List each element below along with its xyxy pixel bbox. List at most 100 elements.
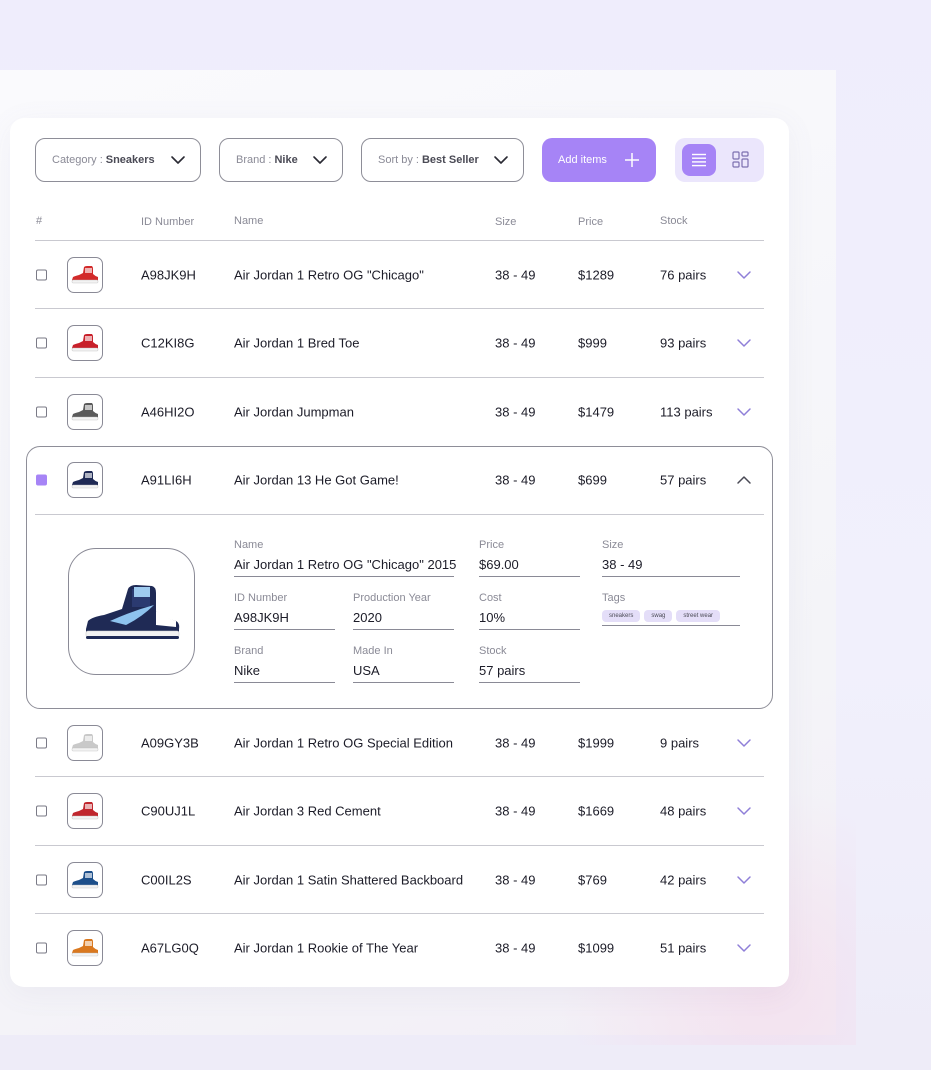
row-size: 38 - 49 [495, 803, 536, 819]
row-price: $699 [578, 472, 607, 488]
row-stock: 113 pairs [660, 404, 713, 420]
row-price: $1479 [578, 404, 615, 420]
row-stock: 57 pairs [660, 472, 707, 488]
row-size: 38 - 49 [495, 404, 536, 420]
column-header-stock: Stock [660, 215, 688, 227]
table-row[interactable]: A09GY3B Air Jordan 1 Retro OG Special Edi… [0, 709, 931, 777]
sneaker-icon [71, 334, 99, 352]
column-header-id: ID Number [141, 216, 195, 228]
detail-price-label: Price [479, 539, 505, 551]
row-price: $999 [578, 335, 607, 351]
sort-value: Best Seller [421, 154, 479, 166]
row-id: A46HI2O [141, 404, 195, 420]
detail-stock-label: Stock [479, 645, 507, 657]
column-header-index: # [36, 215, 43, 227]
detail-name-field[interactable]: Name Air Jordan 1 Retro OG "Chicago" 201… [234, 539, 456, 577]
row-size: 38 - 49 [495, 472, 536, 488]
row-checkbox[interactable] [36, 269, 47, 281]
product-thumbnail [67, 930, 103, 966]
sneaker-icon [85, 584, 179, 639]
chevron-down-icon[interactable] [736, 943, 752, 953]
chevron-down-icon[interactable] [736, 407, 752, 417]
chevron-down-icon[interactable] [736, 270, 752, 280]
row-checkbox[interactable] [36, 337, 47, 349]
row-id: C12KI8G [141, 335, 195, 351]
category-filter-dropdown[interactable]: Category : Sneakers [35, 138, 201, 182]
row-id: A67LG0Q [141, 940, 199, 956]
row-size: 38 - 49 [495, 335, 536, 351]
detail-name-label: Name [234, 539, 264, 551]
row-checkbox[interactable] [36, 737, 47, 749]
detail-production-year-field[interactable]: Production Year 2020 [353, 592, 454, 630]
detail-size-value: 38 - 49 [602, 557, 740, 577]
sort-dropdown[interactable]: Sort by : Best Seller [361, 138, 524, 182]
product-thumbnail [67, 462, 103, 498]
sneaker-icon [71, 734, 99, 752]
detail-brand-label: Brand [234, 645, 264, 657]
row-stock: 76 pairs [660, 267, 707, 283]
row-size: 38 - 49 [495, 735, 536, 751]
chevron-down-icon [171, 156, 185, 164]
product-thumbnail [67, 725, 103, 761]
table-row[interactable]: A91LI6H Air Jordan 13 He Got Game! 38 - 49… [0, 446, 931, 514]
row-stock: 51 pairs [660, 940, 707, 956]
sneaker-icon [71, 939, 99, 957]
row-stock: 42 pairs [660, 872, 707, 888]
row-checkbox[interactable] [36, 805, 47, 817]
row-stock: 9 pairs [660, 735, 700, 751]
table-row[interactable]: A46HI2O Air Jordan Jumpman 38 - 49 $1479 113… [0, 378, 931, 446]
add-items-button[interactable]: Add items [542, 138, 656, 182]
table-row[interactable]: C12KI8G Air Jordan 1 Bred Toe 38 - 49 $999 9… [0, 309, 931, 377]
row-price: $1099 [578, 940, 615, 956]
row-id: C90UJ1L [141, 803, 196, 819]
row-name: Air Jordan 1 Bred Toe [234, 335, 360, 351]
detail-size-label: Size [602, 539, 624, 551]
category-filter-label: Category : [52, 154, 103, 166]
detail-stock-field[interactable]: Stock 57 pairs [479, 645, 580, 683]
detail-brand-value: Nike [234, 663, 335, 683]
detail-made-in-label: Made In [353, 645, 393, 657]
row-id: C00IL2S [141, 872, 192, 888]
product-thumbnail [67, 257, 103, 293]
detail-brand-field[interactable]: Brand Nike [234, 645, 335, 683]
sneaker-icon [71, 471, 99, 489]
table-row[interactable]: C90UJ1L Air Jordan 3 Red Cement 38 - 49 $16… [0, 777, 931, 845]
row-name: Air Jordan 1 Retro OG Special Edition [234, 735, 453, 751]
detail-id-value: A98JK9H [234, 610, 335, 630]
table-row[interactable]: A98JK9H Air Jordan 1 Retro OG "Chicago" 38… [0, 241, 931, 309]
detail-tags-field[interactable]: Tags sneakers swag street wear [602, 592, 740, 626]
tag-chip[interactable]: swag [644, 610, 673, 622]
table-row[interactable]: A67LG0Q Air Jordan 1 Rookie of The Year 38… [0, 914, 931, 982]
brand-filter-dropdown[interactable]: Brand : Nike [219, 138, 343, 182]
detail-production-year-label: Production Year [353, 592, 431, 604]
detail-cost-field[interactable]: Cost 10% [479, 592, 580, 630]
row-checkbox[interactable] [36, 874, 47, 886]
row-price: $1289 [578, 267, 615, 283]
detail-price-field[interactable]: Price $69.00 [479, 539, 580, 577]
row-checkbox[interactable] [36, 406, 47, 418]
brand-filter-label: Brand : [236, 154, 272, 166]
tag-chip[interactable]: street wear [676, 610, 721, 622]
chevron-down-icon[interactable] [736, 875, 752, 885]
detail-id-label: ID Number [234, 592, 288, 604]
table-row[interactable]: C00IL2S Air Jordan 1 Satin Shattered Back… [0, 846, 931, 914]
detail-tags-label: Tags [602, 592, 626, 604]
list-view-button[interactable] [682, 144, 716, 176]
chevron-down-icon[interactable] [736, 806, 752, 816]
product-thumbnail [67, 793, 103, 829]
row-name: Air Jordan 1 Retro OG "Chicago" [234, 267, 424, 283]
grid-view-button[interactable] [725, 144, 757, 176]
chevron-up-icon[interactable] [736, 475, 752, 485]
chevron-down-icon[interactable] [736, 338, 752, 348]
detail-made-in-field[interactable]: Made In USA [353, 645, 454, 683]
product-thumbnail [67, 862, 103, 898]
row-checkbox[interactable] [36, 942, 47, 954]
plus-icon [625, 153, 639, 167]
sneaker-icon [71, 403, 99, 421]
detail-size-field[interactable]: Size 38 - 49 [602, 539, 740, 577]
detail-id-field[interactable]: ID Number A98JK9H [234, 592, 335, 630]
row-size: 38 - 49 [495, 872, 536, 888]
tag-chip[interactable]: sneakers [602, 610, 641, 622]
chevron-down-icon[interactable] [736, 738, 752, 748]
row-checkbox[interactable] [36, 474, 47, 486]
